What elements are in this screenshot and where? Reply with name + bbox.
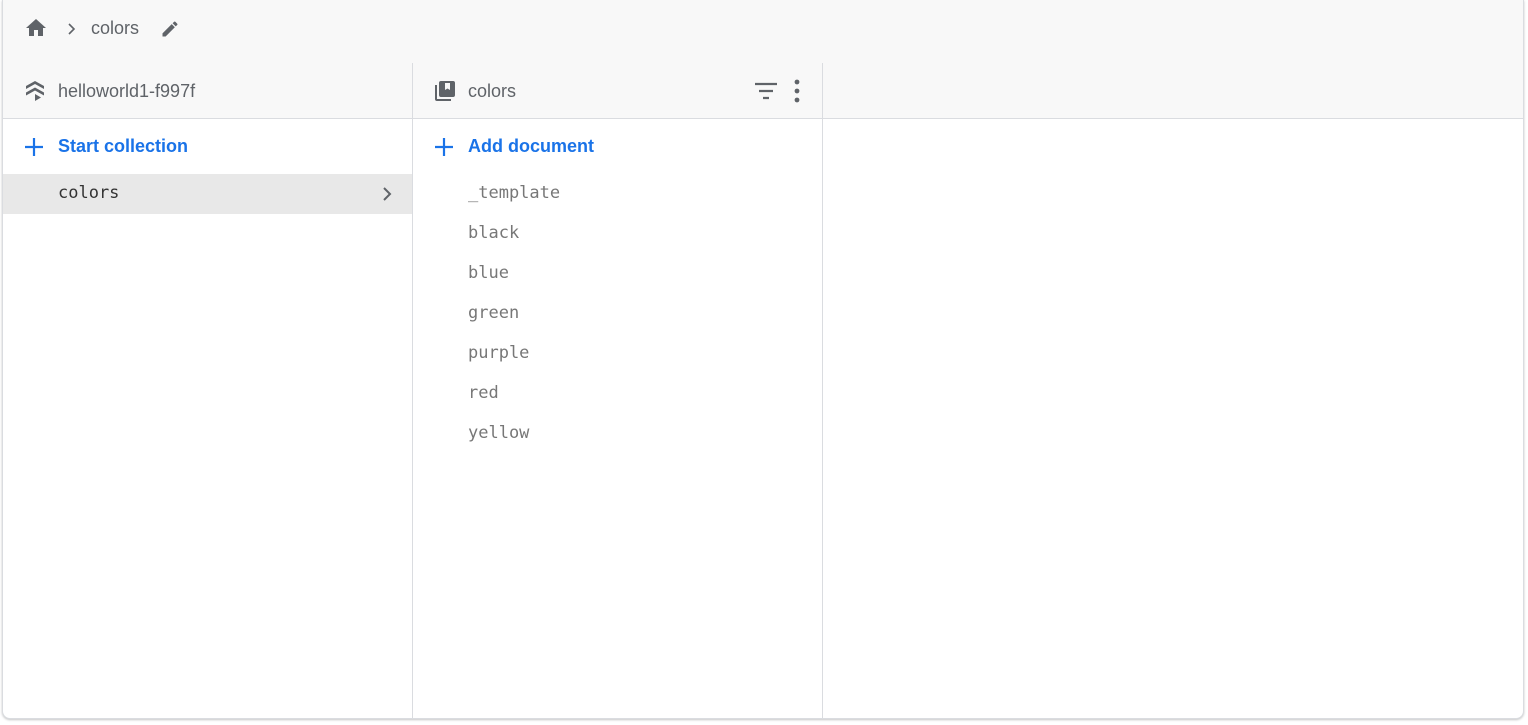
document-panel-header (823, 63, 1523, 119)
chevron-right-icon (383, 187, 392, 201)
plus-icon (435, 138, 453, 156)
firestore-data-viewer: colors helloworld1-f997f Start collectio… (2, 0, 1524, 719)
document-item[interactable]: black (413, 214, 822, 254)
collection-panel: colors Add document _template black blue (413, 63, 823, 718)
add-document-label: Add document (468, 136, 594, 156)
document-item[interactable]: green (413, 294, 822, 334)
collection-panel-header: colors (413, 63, 822, 119)
document-item-label: green (468, 303, 520, 323)
collection-icon (435, 81, 455, 101)
document-item[interactable]: _template (413, 174, 822, 214)
document-item[interactable]: red (413, 374, 822, 414)
home-icon[interactable] (23, 16, 49, 40)
chevron-right-icon (68, 23, 76, 35)
document-item[interactable]: purple (413, 334, 822, 374)
breadcrumb-current[interactable]: colors (91, 18, 139, 39)
document-item[interactable]: yellow (413, 414, 822, 454)
document-item-label: black (468, 223, 520, 243)
firestore-layers-icon (26, 81, 44, 101)
start-collection-label: Start collection (58, 136, 189, 156)
more-vert-icon[interactable] (787, 78, 807, 104)
filter-icon[interactable] (753, 79, 779, 103)
add-document-button[interactable]: Add document (413, 119, 822, 175)
project-title: helloworld1-f997f (58, 81, 196, 101)
document-item-label: _template (468, 183, 561, 203)
document-item-label: blue (468, 263, 509, 283)
start-collection-button[interactable]: Start collection (3, 119, 412, 175)
collection-title: colors (468, 81, 517, 101)
edit-pencil-icon[interactable] (160, 19, 180, 39)
root-panel-header: helloworld1-f997f (3, 63, 412, 119)
document-item-label: purple (468, 343, 530, 363)
document-item[interactable]: blue (413, 254, 822, 294)
collection-item-colors[interactable]: colors (3, 174, 412, 214)
breadcrumb: colors (3, 0, 1523, 64)
collection-item-label: colors (58, 183, 120, 203)
document-panel (823, 63, 1523, 718)
plus-icon (25, 138, 43, 156)
document-item-label: yellow (468, 423, 530, 443)
root-panel: helloworld1-f997f Start collection color… (3, 63, 413, 718)
document-item-label: red (468, 383, 499, 403)
